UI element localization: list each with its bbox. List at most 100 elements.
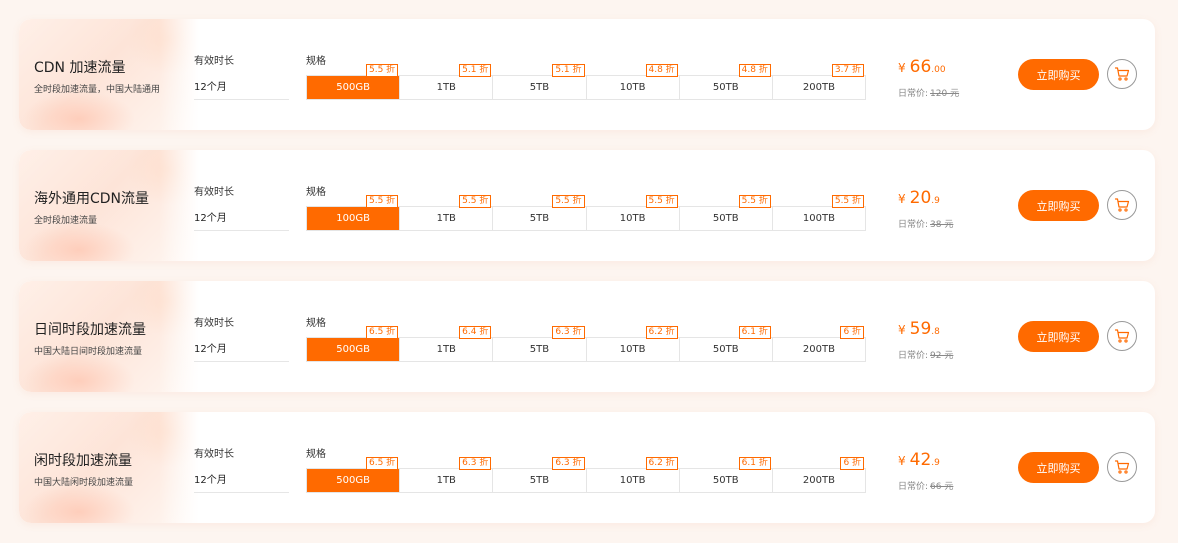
add-to-cart-button[interactable] [1107,190,1137,220]
discount-badge: 3.7 折 [831,64,865,77]
price: ¥20.9 [898,188,940,208]
product-subtitle: 全时段加速流量 [34,216,98,226]
discount-badge: 6.3 折 [552,326,585,339]
spec-option[interactable]: 5TB 6.3 折 [493,457,587,492]
price-decimal: .8 [931,327,940,337]
spec-size: 10TB [619,475,646,486]
spec-option[interactable]: 200TB 3.7 折 [773,64,865,99]
discount-badge: 6.3 折 [459,457,492,470]
spec-option[interactable]: 5TB 6.3 折 [493,326,587,361]
spec-option[interactable]: 50TB 6.1 折 [680,326,773,361]
product-card: 日间时段加速流量 中国大陆日间时段加速流量 有效时长 12个月 规格 500GB… [19,281,1155,392]
spec-option[interactable]: 5TB 5.1 折 [493,64,587,99]
spec-option[interactable]: 1TB 5.1 折 [400,64,494,99]
spec-size: 1TB [436,82,456,93]
spec-option[interactable]: 100GB 5.5 折 [307,195,401,230]
daily-price: 日常价: 38 元 [898,217,953,230]
spec-option[interactable]: 1TB 5.5 折 [400,195,494,230]
spec-size: 500GB [336,82,370,93]
duration-select[interactable]: 12个月 [194,208,289,231]
daily-price-value: 92 元 [930,351,954,361]
buy-now-button[interactable]: 立即购买 [1018,59,1099,90]
spec-size: 1TB [436,213,456,224]
daily-price: 日常价: 120 元 [898,86,959,99]
add-to-cart-button[interactable] [1107,321,1137,351]
spec-size: 50TB [712,82,739,93]
spec-option[interactable]: 10TB 6.2 折 [587,457,680,492]
product-card: CDN 加速流量 全时段加速流量，中国大陆通用 有效时长 12个月 规格 500… [19,19,1155,130]
spec-size: 1TB [436,475,456,486]
discount-badge: 4.8 折 [645,64,678,77]
spec-size: 200TB [802,82,835,93]
spec-size: 5TB [529,213,550,224]
add-to-cart-button[interactable] [1107,59,1137,89]
daily-price-label: 日常价: [898,220,929,230]
product-title: 海外通用CDN流量 [34,191,150,207]
spec-size: 50TB [712,213,739,224]
add-to-cart-button[interactable] [1107,452,1137,482]
product-subtitle: 中国大陆闲时段加速流量 [34,478,134,488]
spec-option[interactable]: 50TB 6.1 折 [680,457,773,492]
spec-option[interactable]: 100TB 5.5 折 [773,195,865,230]
discount-badge: 6.5 折 [365,457,399,470]
daily-price-value: 120 元 [930,89,960,99]
spec-size: 10TB [619,213,646,224]
spec-option[interactable]: 10TB 6.2 折 [587,326,680,361]
price: ¥59.8 [898,319,940,339]
spec-option[interactable]: 50TB 4.8 折 [680,64,773,99]
discount-badge: 6.2 折 [645,457,678,470]
buy-now-button[interactable]: 立即购买 [1018,321,1099,352]
spec-option[interactable]: 500GB 6.5 折 [307,326,401,361]
spec-size: 50TB [712,475,739,486]
discount-badge: 6.4 折 [459,326,492,339]
price-integer: 66 [909,57,932,77]
spec-option[interactable]: 500GB 6.5 折 [307,457,401,492]
spec-option[interactable]: 200TB 6 折 [773,457,865,492]
duration-select[interactable]: 12个月 [194,339,289,362]
discount-badge: 5.5 折 [365,195,399,208]
discount-badge: 5.5 折 [738,195,771,208]
currency-symbol: ¥ [898,61,906,75]
price-integer: 20 [909,188,932,208]
daily-price-value: 66 元 [930,482,954,492]
spec-option[interactable]: 200TB 6 折 [773,326,865,361]
buy-now-button[interactable]: 立即购买 [1018,452,1099,483]
spec-option[interactable]: 50TB 5.5 折 [680,195,773,230]
spec-options: 500GB 6.5 折 1TB 6.3 折 5TB 6.3 折 10TB 6.2 折 5… [306,457,866,493]
duration-select[interactable]: 12个月 [194,470,289,493]
spec-size: 500GB [336,475,370,486]
daily-price-label: 日常价: [898,482,929,492]
spec-option[interactable]: 500GB 5.5 折 [307,64,401,99]
daily-price-label: 日常价: [898,351,929,361]
spec-option[interactable]: 10TB 4.8 折 [587,64,680,99]
spec-option[interactable]: 5TB 5.5 折 [493,195,587,230]
discount-badge: 5.1 折 [459,64,492,77]
price-integer: 42 [909,450,932,470]
product-subtitle: 中国大陆日间时段加速流量 [34,347,143,357]
product-title: 闲时段加速流量 [34,453,132,469]
cart-icon [1114,329,1130,343]
spec-size: 200TB [802,344,835,355]
price-decimal: .9 [931,196,940,206]
spec-label: 规格 [306,318,326,329]
discount-badge: 6.2 折 [645,326,678,339]
spec-option[interactable]: 1TB 6.3 折 [400,457,494,492]
spec-option[interactable]: 1TB 6.4 折 [400,326,494,361]
spec-options: 500GB 6.5 折 1TB 6.4 折 5TB 6.3 折 10TB 6.2 折 5… [306,326,866,362]
discount-badge: 5.5 折 [831,195,865,208]
spec-label: 规格 [306,56,326,67]
product-card: 海外通用CDN流量 全时段加速流量 有效时长 12个月 规格 100GB 5.5 … [19,150,1155,261]
spec-size: 5TB [529,475,550,486]
spec-size: 10TB [619,82,646,93]
discount-badge: 6 折 [840,457,865,470]
spec-size: 100TB [802,213,835,224]
daily-price: 日常价: 66 元 [898,479,953,492]
duration-label: 有效时长 [194,56,234,67]
duration-select[interactable]: 12个月 [194,77,289,100]
spec-label: 规格 [306,187,326,198]
discount-badge: 5.5 折 [459,195,492,208]
buy-now-button[interactable]: 立即购买 [1018,190,1099,221]
spec-size: 50TB [712,344,739,355]
spec-option[interactable]: 10TB 5.5 折 [587,195,680,230]
cart-icon [1114,460,1130,474]
